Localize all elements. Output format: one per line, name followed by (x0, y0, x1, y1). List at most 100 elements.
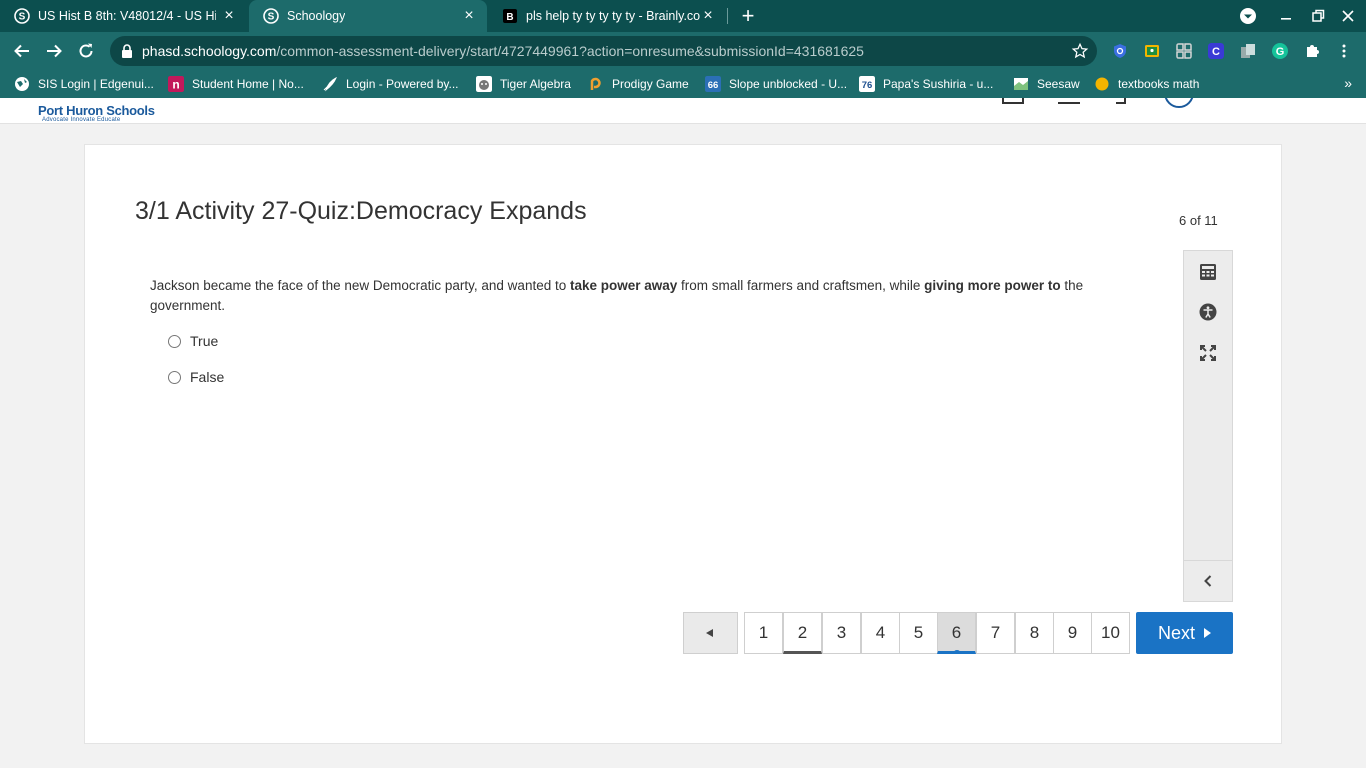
svg-text:S: S (268, 12, 275, 23)
reload-icon[interactable] (76, 41, 96, 61)
url-text: phasd.schoology.com/common-assessment-de… (142, 43, 864, 59)
shield-extension-icon[interactable] (1112, 43, 1128, 59)
schoology-icon: S (263, 8, 279, 24)
grammarly-icon[interactable]: G (1272, 43, 1288, 59)
bookmark-label: Prodigy Game (612, 77, 689, 91)
restore-icon[interactable] (1308, 6, 1328, 26)
messages-header-icon[interactable] (1058, 98, 1080, 104)
current-indicator (953, 650, 961, 654)
tool-rail-divider (1184, 560, 1232, 561)
tab-search-dropdown-icon[interactable] (1238, 6, 1258, 26)
grid-extension-icon[interactable] (1176, 43, 1192, 59)
school-logo[interactable]: Port Huron Schools (38, 103, 155, 118)
radio-button[interactable] (168, 370, 181, 384)
bookmark-tiger-algebra[interactable]: Tiger Algebra (476, 76, 571, 92)
minimize-icon[interactable] (1276, 6, 1296, 26)
question-text: Jackson became the face of the new Democ… (150, 276, 1110, 315)
bookmark-label: textbooks math (1118, 77, 1200, 91)
fullscreen-icon[interactable] (1199, 344, 1217, 362)
assessment-card: 3/1 Activity 27-Quiz:Democracy Expands 6… (84, 144, 1282, 744)
site-header: Port Huron Schools Advocate Innovate Edu… (0, 98, 1366, 124)
question-progress: 6 of 11 (1179, 213, 1218, 228)
previous-question-button[interactable] (683, 612, 738, 654)
notifications-header-icon[interactable] (1116, 98, 1126, 104)
accessibility-icon[interactable] (1199, 303, 1217, 321)
page-button-5[interactable]: 5 (899, 612, 938, 654)
calendar-header-icon[interactable] (1002, 98, 1024, 104)
bookmark-seesaw[interactable]: Seesaw (1013, 76, 1080, 92)
new-tab-plus-icon[interactable]: + (737, 5, 759, 27)
radio-button[interactable] (168, 334, 181, 348)
n-icon: n (168, 76, 184, 92)
tab-schoology[interactable]: S Schoology × (249, 0, 487, 32)
page-button-3[interactable]: 3 (822, 612, 861, 654)
url-host: phasd.schoology.com (142, 43, 277, 59)
bookmarks-bar: SIS Login | Edgenui... n Student Home | … (0, 70, 1366, 98)
collapse-chevron-icon[interactable] (1199, 572, 1217, 590)
calculator-icon[interactable] (1199, 263, 1217, 281)
page-button-9[interactable]: 9 (1053, 612, 1092, 654)
option-label: False (190, 369, 225, 385)
extensions-puzzle-icon[interactable] (1304, 43, 1320, 59)
svg-text:76: 76 (862, 80, 873, 91)
address-bar[interactable]: phasd.schoology.com/common-assessment-de… (110, 36, 1097, 66)
tiger-icon (476, 76, 492, 92)
bookmark-textbooks-math[interactable]: textbooks math (1094, 76, 1199, 92)
bookmark-prodigy-game[interactable]: Prodigy Game (588, 76, 689, 92)
tab-title: pls help ty ty ty ty ty - Brainly.com (526, 9, 700, 23)
tab-brainly[interactable]: B pls help ty ty ty ty ty - Brainly.com … (488, 0, 726, 32)
tool-rail (1183, 250, 1233, 602)
bookmark-sis-login[interactable]: SIS Login | Edgenui... (14, 76, 154, 92)
page-title: 3/1 Activity 27-Quiz:Democracy Expands (135, 197, 587, 225)
classroom-extension-icon[interactable] (1144, 43, 1160, 59)
quill-icon (323, 76, 337, 92)
lock-icon[interactable] (121, 44, 133, 58)
question-part: from small farmers and craftsmen, while (677, 278, 925, 293)
next-button[interactable]: Next (1136, 612, 1233, 654)
svg-text:C: C (1212, 46, 1220, 58)
back-arrow-icon[interactable] (12, 41, 32, 61)
page-button-8[interactable]: 8 (1015, 612, 1054, 654)
close-window-icon[interactable] (1338, 6, 1358, 26)
page-button-6-current[interactable]: 6 (937, 612, 976, 654)
c-extension-icon[interactable]: C (1208, 43, 1224, 59)
forward-arrow-icon[interactable] (44, 41, 64, 61)
school-tagline: Advocate Innovate Educate (42, 117, 121, 123)
dot-icon (1095, 77, 1109, 91)
avatar[interactable] (1164, 98, 1194, 108)
triangle-right-icon (1204, 628, 1211, 638)
copy-extension-icon[interactable] (1240, 43, 1256, 59)
url-path: /common-assessment-delivery/start/472744… (276, 43, 864, 59)
answer-option-false[interactable]: False (168, 369, 224, 385)
question-emphasis: take power away (569, 278, 678, 293)
bookmark-label: Slope unblocked - U... (729, 77, 848, 91)
bookmark-papas-sushiria[interactable]: 76 Papa's Sushiria - u... (859, 76, 993, 92)
svg-text:n: n (172, 78, 179, 92)
page-button-4[interactable]: 4 (861, 612, 900, 654)
bookmark-label: Papa's Sushiria - u... (883, 77, 994, 91)
66-icon: 66 (705, 76, 721, 92)
bookmarks-overflow-chevron-icon[interactable]: » (1344, 75, 1352, 91)
menu-kebab-icon[interactable] (1336, 43, 1352, 59)
page-button-10[interactable]: 10 (1091, 612, 1130, 654)
page-button-2[interactable]: 2 (783, 612, 822, 654)
answer-option-true[interactable]: True (168, 333, 218, 349)
tab-title: US Hist B 8th: V48012/4 - US His (38, 9, 216, 23)
bookmark-login-powered[interactable]: Login - Powered by... (322, 76, 459, 92)
svg-text:B: B (506, 12, 513, 23)
bookmark-slope-unblocked[interactable]: 66 Slope unblocked - U... (705, 76, 847, 92)
bookmark-label: Login - Powered by... (346, 77, 459, 91)
bookmark-label: SIS Login | Edgenui... (38, 77, 154, 91)
browser-tab-strip: S US Hist B 8th: V48012/4 - US His × S S… (0, 0, 1366, 32)
bookmark-label: Student Home | No... (192, 77, 304, 91)
close-tab-icon[interactable]: × (221, 8, 237, 24)
next-label: Next (1157, 622, 1195, 643)
bookmark-label: Seesaw (1037, 77, 1080, 91)
bookmark-student-home[interactable]: n Student Home | No... (168, 76, 304, 92)
page-button-1[interactable]: 1 (744, 612, 783, 654)
tab-us-hist[interactable]: S US Hist B 8th: V48012/4 - US His × (0, 0, 247, 32)
bookmark-star-icon[interactable] (1071, 42, 1089, 60)
close-tab-icon[interactable]: × (461, 8, 477, 24)
page-button-7[interactable]: 7 (976, 612, 1015, 654)
close-tab-icon[interactable]: × (700, 8, 716, 24)
